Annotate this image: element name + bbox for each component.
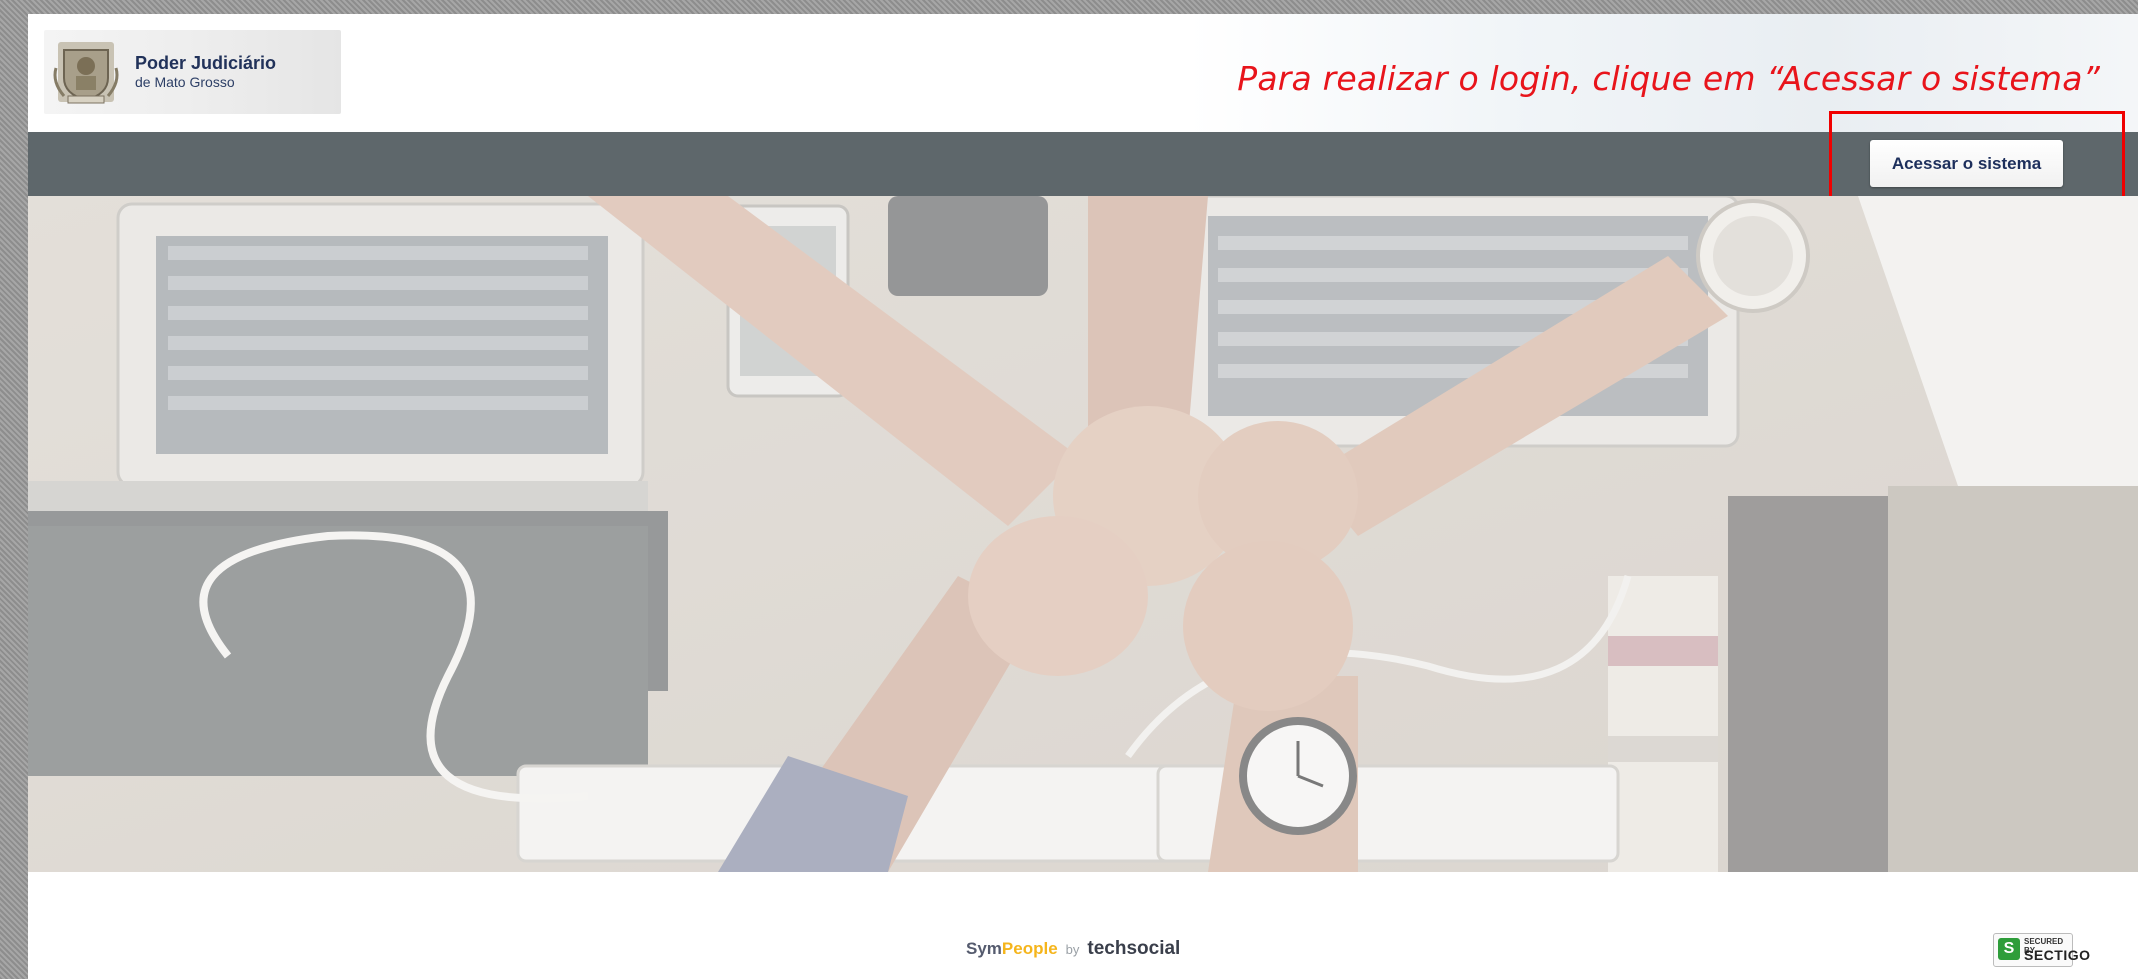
sectigo-seal[interactable]: S SECURED BY SECTIGO — [1993, 933, 2090, 967]
coat-of-arms-icon — [53, 42, 119, 104]
sympeople-brand[interactable]: SymPeople by techsocial — [966, 938, 1180, 960]
brand-sym: Sym — [966, 939, 1002, 958]
logo-title: Poder Judiciário — [135, 53, 277, 73]
logo-subtitle: de Mato Grosso — [135, 74, 235, 90]
brand-techsocial: techsocial — [1087, 938, 1181, 959]
sectigo-shield-icon: S — [1998, 938, 2020, 960]
court-logo[interactable]: Poder Judiciário de Mato Grosso — [44, 30, 341, 114]
brand-people: People — [1001, 939, 1058, 958]
header: Poder Judiciário de Mato Grosso Para rea… — [28, 14, 2138, 132]
login-page: Poder Judiciário de Mato Grosso Para rea… — [28, 14, 2138, 979]
seal-sectigo: SECTIGO — [2024, 947, 2091, 963]
top-navbar — [28, 132, 2138, 196]
footer: SymPeople by techsocial S SECURED BY SECTI… — [28, 872, 2138, 979]
hero-image — [28, 196, 2138, 872]
brand-by: by — [1065, 942, 1080, 957]
highlight-annotation — [1829, 111, 2125, 204]
login-instruction: Para realizar o login, clique em “Acessa… — [1237, 59, 2100, 98]
